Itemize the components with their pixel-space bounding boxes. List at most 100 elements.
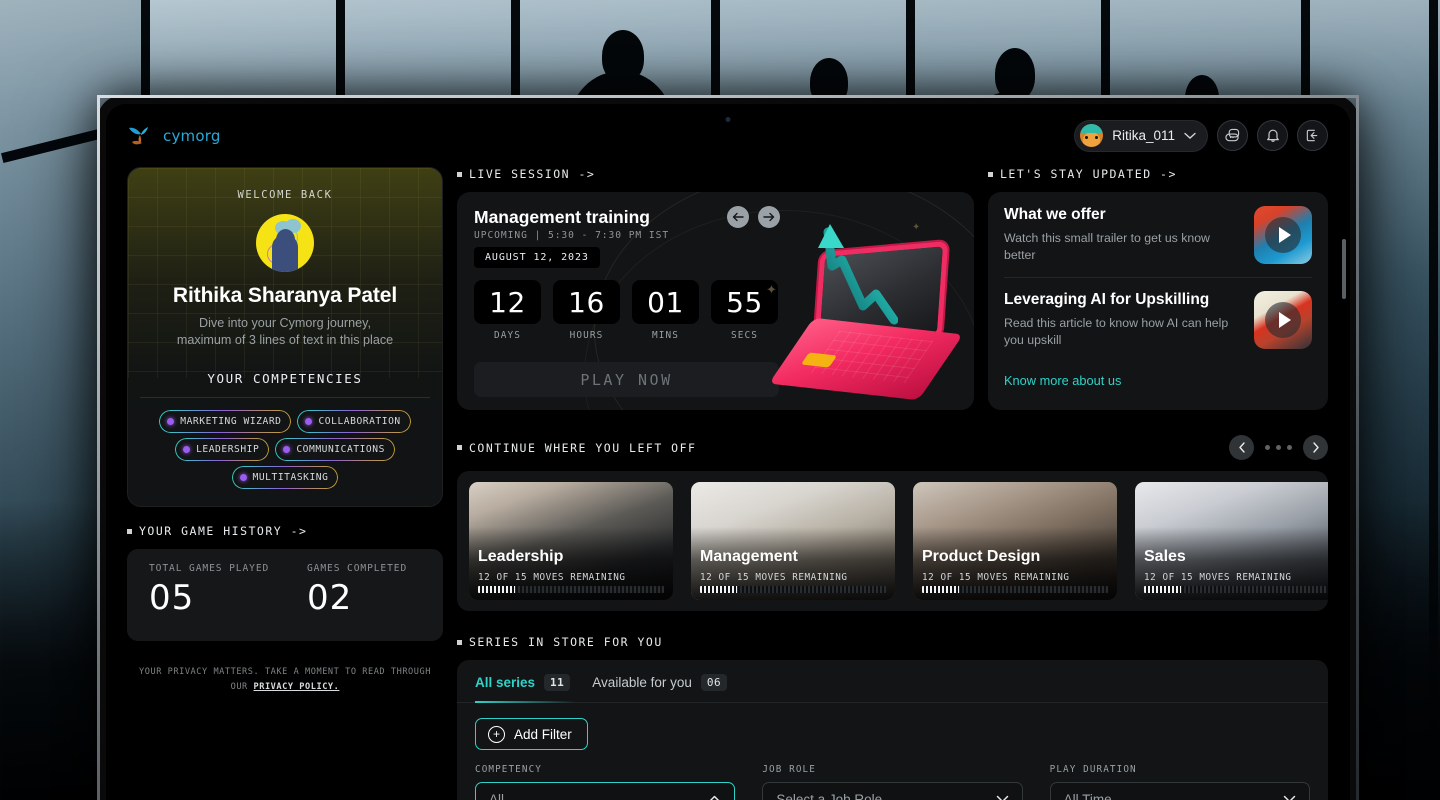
left-sidebar-panel: WELCOME BACK Rithika Sharanya Patel Dive… bbox=[127, 167, 443, 800]
divider bbox=[1004, 277, 1312, 278]
progress-bar bbox=[478, 586, 664, 593]
play-now-button[interactable]: PLAY NOW bbox=[474, 362, 779, 397]
competency-pill[interactable]: COLLABORATION bbox=[298, 411, 410, 432]
continue-heading: CONTINUE WHERE YOU LEFT OFF bbox=[457, 441, 696, 455]
progress-bar bbox=[922, 586, 1108, 593]
update-thumbnail[interactable] bbox=[1254, 291, 1312, 349]
chevron-right-icon bbox=[1312, 442, 1319, 453]
live-session-title: Management training bbox=[474, 207, 650, 227]
chat-icon bbox=[1225, 128, 1240, 142]
competency-pill[interactable]: MARKETING WIZARD bbox=[160, 411, 291, 432]
continue-card[interactable]: Product Design 12 OF 15 MOVES REMAINING bbox=[913, 482, 1117, 600]
chevron-up-icon bbox=[708, 795, 721, 800]
user-name-label: Ritika_011 bbox=[1112, 128, 1175, 143]
logout-icon-button[interactable] bbox=[1297, 120, 1328, 151]
carousel-dot bbox=[1265, 445, 1270, 450]
updates-heading[interactable]: LET'S STAY UPDATED -> bbox=[988, 167, 1328, 181]
tab-count-badge: 06 bbox=[700, 674, 728, 691]
live-session-prev-button[interactable] bbox=[727, 206, 749, 228]
privacy-notice: YOUR PRIVACY MATTERS. TAKE A MOMENT TO R… bbox=[139, 667, 431, 692]
progress-bar bbox=[700, 586, 886, 593]
cymorg-dashboard-app: cymorg Ritika_011 WELCOME BACK Rithika S… bbox=[106, 104, 1350, 800]
privacy-policy-link[interactable]: PRIVACY POLICY. bbox=[254, 682, 340, 692]
bullet-square-icon bbox=[457, 639, 462, 645]
game-history-heading[interactable]: YOUR GAME HISTORY -> bbox=[127, 524, 443, 538]
update-title: What we offer bbox=[1004, 206, 1106, 223]
competency-pill[interactable]: MULTITASKING bbox=[232, 467, 338, 488]
pill-dot-icon bbox=[283, 446, 291, 453]
growth-arrow-icon bbox=[818, 224, 898, 325]
live-session-card: Management training UPCOMING | 5:30 - 7:… bbox=[457, 192, 974, 410]
update-title: Leveraging AI for Upskilling bbox=[1004, 291, 1210, 308]
bell-icon bbox=[1266, 129, 1279, 142]
add-filter-button[interactable]: + Add Filter bbox=[475, 718, 588, 750]
continue-card[interactable]: Management 12 OF 15 MOVES REMAINING bbox=[691, 482, 895, 600]
updates-card: What we offer Watch this small trailer t… bbox=[988, 192, 1328, 410]
update-item[interactable]: What we offer Watch this small trailer t… bbox=[1004, 206, 1312, 264]
countdown-timer: 12 DAYS 16 HOURS 01 MINS 55 SECS bbox=[474, 280, 778, 341]
live-session-meta: UPCOMING | 5:30 - 7:30 PM IST bbox=[474, 230, 670, 241]
countdown-hours: 16 HOURS bbox=[553, 280, 620, 341]
carousel-dot bbox=[1276, 445, 1281, 450]
profile-tagline-line1: Dive into your Cymorg journey, bbox=[199, 316, 371, 330]
know-more-link[interactable]: Know more about us bbox=[1004, 373, 1121, 388]
competency-pill[interactable]: LEADERSHIP bbox=[176, 439, 269, 460]
bell-icon-button[interactable] bbox=[1257, 120, 1288, 151]
main-content-area: LIVE SESSION -> Management training UPCO… bbox=[457, 167, 1328, 800]
carousel-next-button[interactable] bbox=[1303, 435, 1328, 460]
laptop-notch bbox=[653, 104, 803, 134]
chat-icon-button[interactable] bbox=[1217, 120, 1248, 151]
arrow-left-icon bbox=[732, 212, 744, 222]
filter-competency: COMPETENCY All bbox=[475, 764, 736, 800]
play-icon bbox=[1265, 302, 1301, 338]
filter-row: COMPETENCY All JOB ROLE Select a Job Rol… bbox=[475, 764, 1310, 800]
update-item[interactable]: Leveraging AI for Upskilling Read this a… bbox=[1004, 291, 1312, 349]
bullet-square-icon bbox=[457, 171, 462, 177]
user-menu-button[interactable]: Ritika_011 bbox=[1074, 119, 1208, 152]
camera-dot bbox=[725, 117, 731, 122]
chevron-left-icon bbox=[1238, 442, 1245, 453]
profile-name: Rithika Sharanya Patel bbox=[172, 284, 398, 307]
competencies-title: YOUR COMPETENCIES bbox=[207, 371, 363, 386]
tab-all-series[interactable]: All series 11 bbox=[475, 674, 571, 702]
pill-dot-icon bbox=[183, 446, 191, 453]
brand-name: cymorg bbox=[163, 126, 221, 145]
plus-circle-icon: + bbox=[488, 725, 505, 743]
game-history-stats-card: TOTAL GAMES PLAYED 05 GAMES COMPLETED 02 bbox=[127, 549, 443, 641]
update-desc: Watch this small trailer to get us know … bbox=[1004, 231, 1210, 262]
live-session-heading[interactable]: LIVE SESSION -> bbox=[457, 167, 974, 181]
chevron-down-icon bbox=[1283, 795, 1296, 800]
tab-available-for-you[interactable]: Available for you 06 bbox=[592, 674, 728, 702]
chevron-down-icon bbox=[996, 795, 1009, 800]
play-duration-select[interactable]: All Time bbox=[1049, 782, 1310, 800]
profile-avatar bbox=[256, 214, 314, 272]
update-thumbnail[interactable] bbox=[1254, 206, 1312, 264]
welcome-profile-card: WELCOME BACK Rithika Sharanya Patel Dive… bbox=[127, 167, 443, 507]
pill-dot-icon bbox=[239, 474, 247, 481]
update-desc: Read this article to know how AI can hel… bbox=[1004, 316, 1229, 347]
competency-pill[interactable]: COMMUNICATIONS bbox=[276, 439, 394, 460]
stat-games-completed: GAMES COMPLETED 02 bbox=[307, 563, 408, 618]
pill-dot-icon bbox=[167, 418, 175, 425]
continue-card[interactable]: Leadership 12 OF 15 MOVES REMAINING bbox=[469, 482, 673, 600]
carousel-prev-button[interactable] bbox=[1229, 435, 1254, 460]
continue-carousel: Leadership 12 OF 15 MOVES REMAINING Mana… bbox=[457, 471, 1328, 611]
series-heading: SERIES IN STORE FOR YOU bbox=[457, 635, 1328, 649]
filter-job-role: JOB ROLE Select a Job Role bbox=[762, 764, 1023, 800]
competency-select[interactable]: All bbox=[475, 782, 736, 800]
active-tab-underline bbox=[475, 701, 575, 703]
pill-dot-icon bbox=[305, 418, 313, 425]
user-avatar bbox=[1080, 124, 1104, 147]
laptop-device-frame: cymorg Ritika_011 WELCOME BACK Rithika S… bbox=[97, 95, 1359, 800]
bird-logo-icon bbox=[127, 124, 157, 148]
bullet-square-icon bbox=[127, 528, 132, 534]
continue-card[interactable]: Sales 12 OF 15 MOVES REMAINING bbox=[1135, 482, 1328, 600]
progress-bar bbox=[1144, 586, 1328, 593]
job-role-select[interactable]: Select a Job Role bbox=[762, 782, 1023, 800]
competency-pill-list: MARKETING WIZARD COLLABORATION LEADERSHI… bbox=[128, 398, 442, 488]
carousel-dots[interactable] bbox=[1265, 445, 1292, 450]
page-scrollbar[interactable] bbox=[1342, 239, 1346, 299]
brand-logo[interactable]: cymorg bbox=[127, 124, 221, 148]
laptop-growth-illustration: ✦ ✦ ✦ bbox=[762, 214, 964, 404]
chevron-down-icon bbox=[1184, 132, 1196, 140]
